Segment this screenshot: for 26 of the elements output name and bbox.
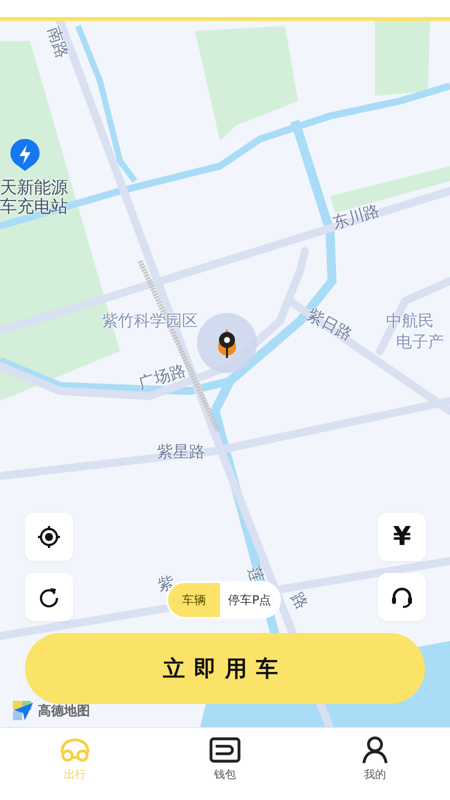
currency-button[interactable]: ¥ (378, 513, 426, 561)
paper-plane-logo-icon (12, 700, 34, 722)
road-label: 莲 (244, 564, 268, 586)
area-label: 紫竹科学园区 (102, 311, 198, 330)
locate-button[interactable] (25, 513, 73, 561)
poi-label: 车充电站 (0, 198, 68, 217)
road-label: 南路 (44, 24, 72, 61)
wallet-icon (208, 736, 242, 764)
use-car-button[interactable]: 立即用车 (25, 633, 425, 704)
refresh-icon (37, 585, 61, 609)
area-label: 中航民 (386, 311, 434, 330)
area-label: 电子产 (396, 332, 444, 351)
locate-icon (37, 525, 61, 549)
poi-label: 天新能源 (0, 179, 68, 198)
road-label: 紫星路 (157, 442, 205, 461)
road-label: 紫日路 (304, 304, 356, 344)
charging-station-pin-icon[interactable] (10, 138, 40, 172)
road-label: 路 (288, 588, 312, 612)
car-icon (58, 736, 92, 764)
support-button[interactable] (378, 573, 426, 621)
headset-icon (390, 585, 414, 609)
road-label: 东川路 (330, 200, 382, 232)
refresh-button[interactable] (25, 573, 73, 621)
current-location-marker-icon (197, 313, 257, 373)
map-provider-logo-text: 高德地图 (38, 702, 90, 720)
road-label: 广场路 (136, 360, 188, 393)
